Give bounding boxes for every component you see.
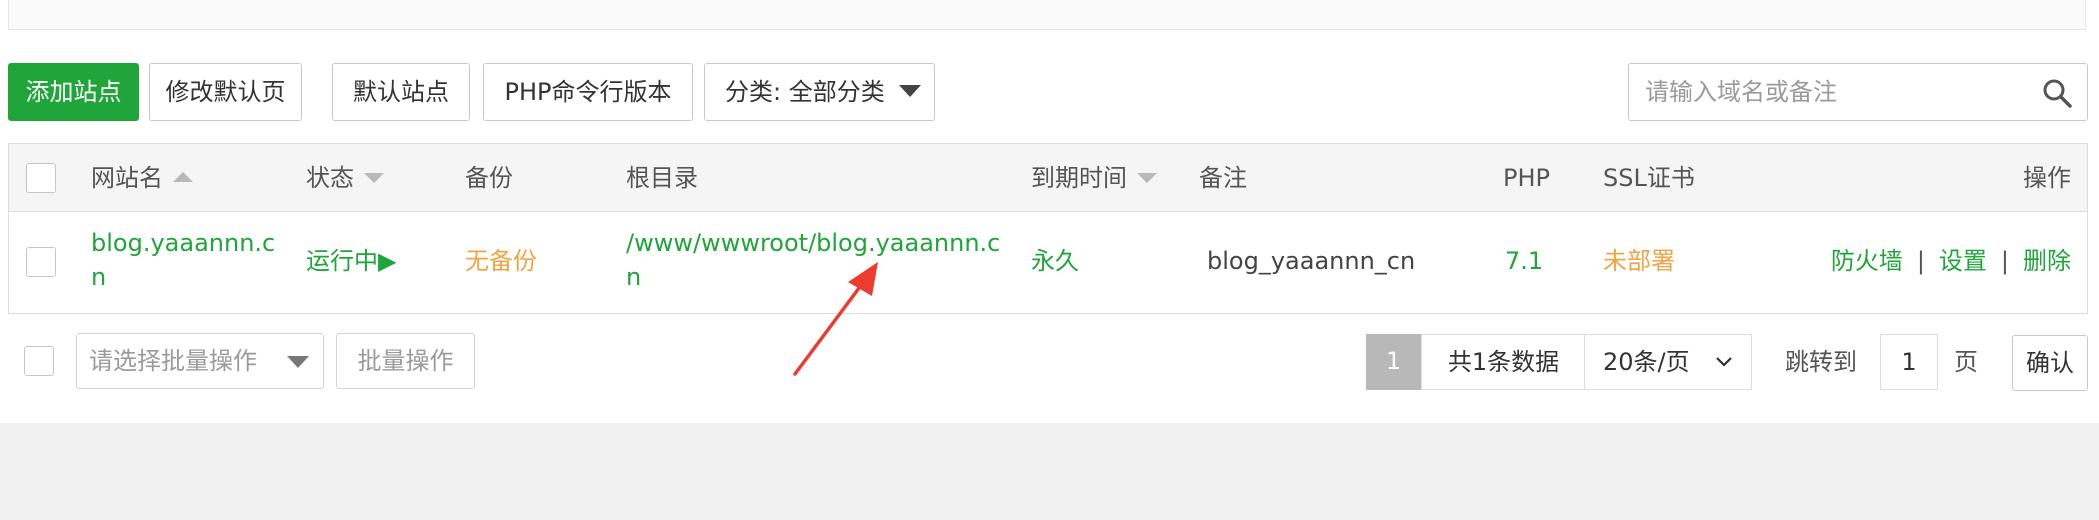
- column-label: 状态: [306, 164, 354, 192]
- site-name-link[interactable]: blog.yaaannn.cn: [91, 226, 281, 294]
- site-table: 网站名 状态 备份 根目录 到期时间 备注 PHP SSL证书 操作 blog.…: [8, 143, 2088, 314]
- action-separator: |: [2000, 247, 2009, 275]
- row-actions: 防火墙 | 设置 | 删除: [1831, 244, 2071, 278]
- column-label: 到期时间: [1031, 164, 1127, 192]
- column-site-name[interactable]: 网站名: [91, 144, 193, 212]
- pagination-total: 共1条数据: [1421, 334, 1585, 390]
- ssl-status[interactable]: 未部署: [1603, 244, 1675, 278]
- column-backup: 备份: [465, 164, 513, 192]
- column-expire[interactable]: 到期时间: [1031, 144, 1157, 212]
- page-size-select[interactable]: 20条/页: [1584, 334, 1752, 390]
- table-row: blog.yaaannn.cn 运行中▶ 无备份 /www/wwwroot/bl…: [9, 212, 2087, 314]
- category-select[interactable]: 分类: 全部分类: [704, 63, 935, 121]
- jump-to-label: 跳转到: [1785, 348, 1857, 376]
- column-remark: 备注: [1199, 164, 1247, 192]
- batch-operation-select[interactable]: 请选择批量操作: [76, 333, 324, 389]
- sort-desc-icon: [1137, 173, 1157, 183]
- top-strip: [8, 0, 2086, 30]
- footer-select-all-checkbox[interactable]: [24, 346, 54, 376]
- firewall-link[interactable]: 防火墙: [1831, 247, 1903, 275]
- sort-asc-icon: [173, 172, 193, 182]
- chevron-down-icon: [1716, 357, 1732, 367]
- php-cli-version-button[interactable]: PHP命令行版本: [483, 63, 693, 121]
- sort-desc-icon: [364, 173, 384, 183]
- search-box: [1628, 63, 2088, 121]
- search-input[interactable]: [1629, 64, 2029, 120]
- page-size-label: 20条/页: [1603, 348, 1690, 376]
- jump-page-input[interactable]: 1: [1880, 334, 1938, 390]
- edit-default-page-button[interactable]: 修改默认页: [149, 63, 302, 121]
- column-actions: 操作: [2023, 164, 2071, 192]
- confirm-button[interactable]: 确认: [2012, 335, 2088, 391]
- settings-link[interactable]: 设置: [1939, 247, 1987, 275]
- column-ssl: SSL证书: [1603, 164, 1695, 192]
- caret-down-icon: [287, 356, 309, 368]
- batch-select-placeholder: 请选择批量操作: [89, 347, 257, 375]
- page-unit-label: 页: [1954, 348, 1978, 376]
- column-php: PHP: [1503, 164, 1550, 192]
- default-site-button[interactable]: 默认站点: [332, 63, 470, 121]
- add-site-button[interactable]: 添加站点: [8, 63, 139, 121]
- action-separator: |: [1916, 247, 1925, 275]
- batch-operation-button[interactable]: 批量操作: [336, 333, 475, 389]
- column-root: 根目录: [626, 164, 698, 192]
- pagination-current-page[interactable]: 1: [1366, 334, 1421, 390]
- caret-down-icon: [898, 85, 921, 97]
- backup-status[interactable]: 无备份: [465, 244, 537, 278]
- column-label: 网站名: [91, 164, 163, 192]
- site-list-panel: 添加站点 修改默认页 默认站点 PHP命令行版本 分类: 全部分类 网站名 状态…: [0, 0, 2099, 423]
- remark-value[interactable]: blog_yaaannn_cn: [1207, 244, 1415, 278]
- status-running[interactable]: 运行中▶: [306, 244, 396, 278]
- expire-value[interactable]: 永久: [1031, 244, 1079, 278]
- php-version[interactable]: 7.1: [1505, 244, 1543, 278]
- delete-link[interactable]: 删除: [2023, 247, 2071, 275]
- column-status[interactable]: 状态: [306, 144, 384, 212]
- table-header: 网站名 状态 备份 根目录 到期时间 备注 PHP SSL证书 操作: [9, 144, 2087, 212]
- select-all-checkbox[interactable]: [26, 163, 56, 193]
- row-checkbox[interactable]: [26, 247, 56, 277]
- category-select-label: 分类: 全部分类: [725, 78, 885, 106]
- search-icon[interactable]: [2041, 77, 2073, 109]
- annotation-arrow-icon: [793, 262, 878, 376]
